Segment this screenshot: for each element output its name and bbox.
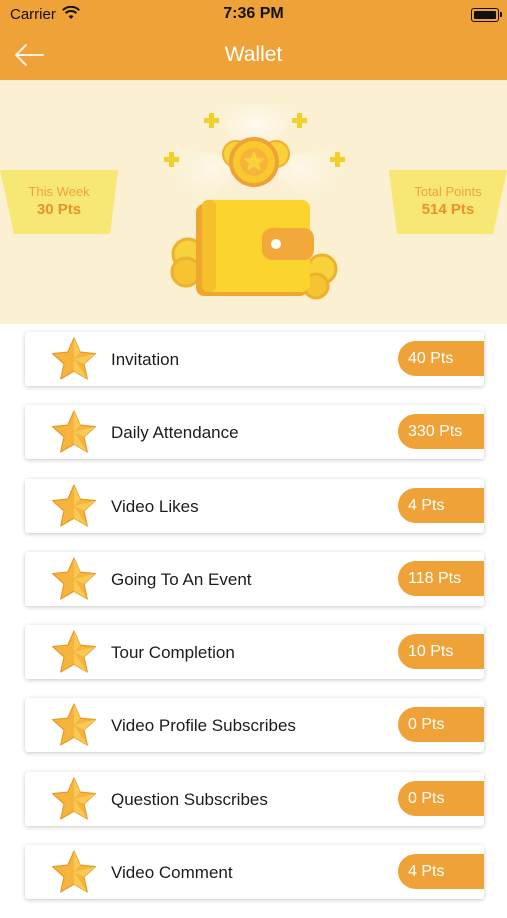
list-item[interactable]: Video Likes 4 Pts [25,478,484,533]
activity-label: Video Profile Subscribes [111,716,296,736]
star-icon [51,703,97,747]
list-item[interactable]: Daily Attendance 330 Pts [25,405,484,460]
total-points-badge: Total Points 514 Pts [389,170,507,234]
total-points-label: Total Points [414,184,482,199]
points-badge: 0 Pts [398,780,484,816]
activity-label: Question Subscribes [111,789,268,809]
points-badge: 0 Pts [398,707,484,743]
points-list: Invitation 40 Pts Daily Attendance 330 P… [25,332,484,918]
star-icon [51,337,97,380]
star-icon [51,557,97,600]
points-badge: 40 Pts [398,341,484,376]
star-icon [51,410,97,453]
points-badge: 4 Pts [398,854,484,890]
list-item[interactable]: Video Comment 4 Pts [25,845,484,900]
list-item[interactable]: Tour Completion 10 Pts [25,625,484,680]
points-badge: 10 Pts [398,634,484,670]
list-item[interactable]: Going To An Event 118 Pts [25,551,484,606]
star-icon [51,850,97,893]
clock: 7:36 PM [223,5,284,22]
activity-label: Tour Completion [111,643,235,663]
star-icon [51,777,97,820]
star-icon [51,630,97,673]
status-bar: Carrier 7:36 PM [0,0,507,30]
activity-label: Video Comment [111,863,233,883]
activity-label: Invitation [111,350,180,369]
wallet-illustration-icon [164,104,346,300]
list-item[interactable]: Video Profile Subscribes 0 Pts [25,698,484,753]
activity-label: Going To An Event [111,569,252,589]
points-badge: 118 Pts [398,560,484,596]
activity-label: Video Likes [111,496,199,516]
list-item[interactable]: Invitation 40 Pts [25,332,484,386]
this-week-label: This Week [28,184,90,199]
battery-icon [471,8,502,22]
this-week-value: 30 Pts [36,201,82,218]
list-item[interactable]: Question Subscribes 0 Pts [25,771,484,826]
wallet-hero: This Week 30 Pts Total Points 514 Pts [0,80,507,324]
star-icon [51,483,97,527]
this-week-badge: This Week 30 Pts [0,170,118,234]
points-badge: 330 Pts [398,414,484,450]
nav-bar: Wallet [0,30,507,80]
total-points-value: 514 Pts [421,201,475,218]
page-title: Wallet [224,43,283,66]
points-badge: 4 Pts [398,487,484,523]
activity-label: Daily Attendance [111,423,239,443]
